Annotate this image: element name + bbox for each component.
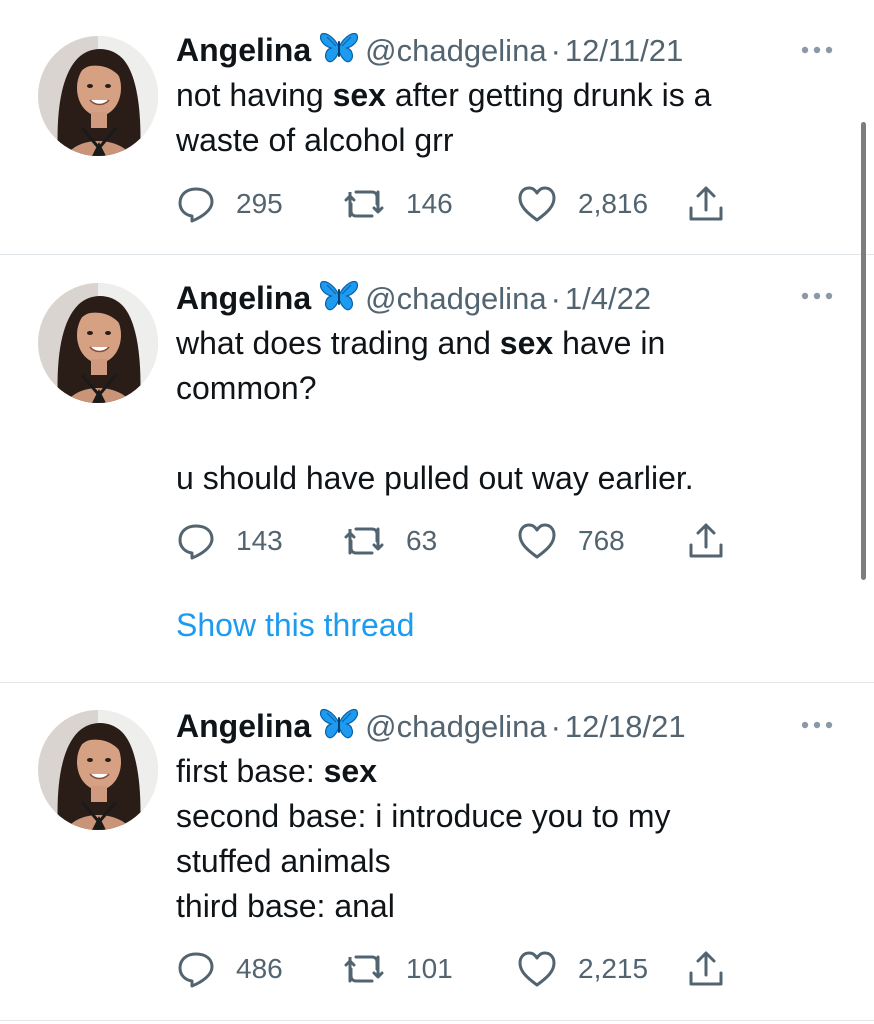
share-button[interactable]	[686, 521, 726, 561]
heart-icon	[516, 521, 558, 561]
tweet-text: what does trading and sex have in common…	[176, 321, 814, 501]
text-segment: not having	[176, 77, 333, 113]
tweet-header: Angelina @chadgelina · 12/18/21	[176, 706, 814, 746]
profile-photo	[38, 36, 158, 156]
reply-icon	[176, 184, 216, 224]
tweet-text: not having sex after getting drunk is a …	[176, 73, 814, 163]
tweet-actions: 295 146 2,816	[176, 184, 736, 224]
reply-count: 486	[236, 953, 283, 984]
text-segment-bold: sex	[332, 77, 386, 113]
display-name[interactable]: Angelina	[176, 708, 311, 744]
tweet-header: Angelina @chadgelina · 12/11/21	[176, 30, 814, 70]
reply-icon	[176, 521, 216, 561]
display-name[interactable]: Angelina	[176, 280, 311, 316]
separator-dot: ·	[550, 33, 561, 68]
handle[interactable]: @chadgelina	[365, 709, 546, 744]
handle[interactable]: @chadgelina	[365, 281, 546, 316]
separator-dot: ·	[550, 281, 561, 316]
reply-count: 143	[236, 525, 283, 556]
tweet-actions: 486 101 2,215	[176, 949, 736, 989]
text-segment-bold: sex	[499, 325, 554, 361]
butterfly-icon	[319, 279, 359, 322]
reply-icon	[176, 949, 216, 989]
reply-button[interactable]: 143	[176, 521, 283, 561]
retweet-count: 63	[406, 525, 438, 556]
more-icon[interactable]	[800, 44, 834, 56]
share-icon	[686, 521, 726, 561]
heart-icon	[516, 949, 558, 989]
reply-count: 295	[236, 188, 283, 219]
text-segment: first base:	[176, 753, 324, 789]
share-button[interactable]	[686, 949, 726, 989]
butterfly-icon	[319, 31, 359, 74]
more-icon[interactable]	[800, 290, 834, 302]
text-segment-bold: sex	[323, 753, 377, 789]
retweet-icon	[342, 184, 386, 224]
tweet-text: first base: sex second base: i introduce…	[176, 749, 814, 929]
retweet-button[interactable]: 101	[342, 949, 453, 989]
like-button[interactable]: 2,816	[516, 184, 648, 224]
heart-icon	[516, 184, 558, 224]
reply-button[interactable]: 486	[176, 949, 283, 989]
divider	[0, 1020, 874, 1021]
tweet-actions: 143 63 768	[176, 521, 736, 561]
tweet-date[interactable]: 12/11/21	[565, 33, 683, 68]
butterfly-icon	[319, 707, 359, 750]
text-segment: what does trading and	[176, 325, 500, 361]
reply-button[interactable]: 295	[176, 184, 283, 224]
scrollbar[interactable]	[861, 122, 866, 580]
profile-photo	[38, 283, 158, 403]
retweet-count: 146	[406, 188, 453, 219]
share-icon	[686, 184, 726, 224]
like-count: 768	[578, 525, 625, 556]
avatar[interactable]	[38, 36, 158, 156]
retweet-icon	[342, 521, 386, 561]
retweet-button[interactable]: 63	[342, 521, 437, 561]
retweet-icon	[342, 949, 386, 989]
share-icon	[686, 949, 726, 989]
handle[interactable]: @chadgelina	[365, 33, 546, 68]
tweet[interactable]: Angelina @chadgelina · 12/18/21 first base:…	[0, 683, 874, 1020]
tweet-header: Angelina @chadgelina · 1/4/22	[176, 278, 814, 318]
text-segment: second base: i introduce you to my stuff…	[176, 798, 671, 924]
separator-dot: ·	[550, 709, 561, 744]
avatar[interactable]	[38, 710, 158, 830]
share-button[interactable]	[686, 184, 726, 224]
like-count: 2,816	[578, 188, 649, 219]
display-name[interactable]: Angelina	[176, 32, 311, 68]
like-button[interactable]: 2,215	[516, 949, 648, 989]
profile-photo	[38, 710, 158, 830]
like-count: 2,215	[578, 953, 649, 984]
more-icon[interactable]	[800, 719, 834, 731]
retweet-count: 101	[406, 953, 453, 984]
tweet-date[interactable]: 12/18/21	[565, 709, 686, 744]
show-thread-link[interactable]: Show this thread	[176, 605, 414, 645]
tweet-date[interactable]: 1/4/22	[565, 281, 651, 316]
tweet[interactable]: Angelina @chadgelina · 1/4/22 what does tra…	[0, 255, 874, 682]
like-button[interactable]: 768	[516, 521, 625, 561]
retweet-button[interactable]: 146	[342, 184, 453, 224]
avatar[interactable]	[38, 283, 158, 403]
tweet[interactable]: Angelina @chadgelina · 12/11/21 not having …	[0, 0, 874, 254]
